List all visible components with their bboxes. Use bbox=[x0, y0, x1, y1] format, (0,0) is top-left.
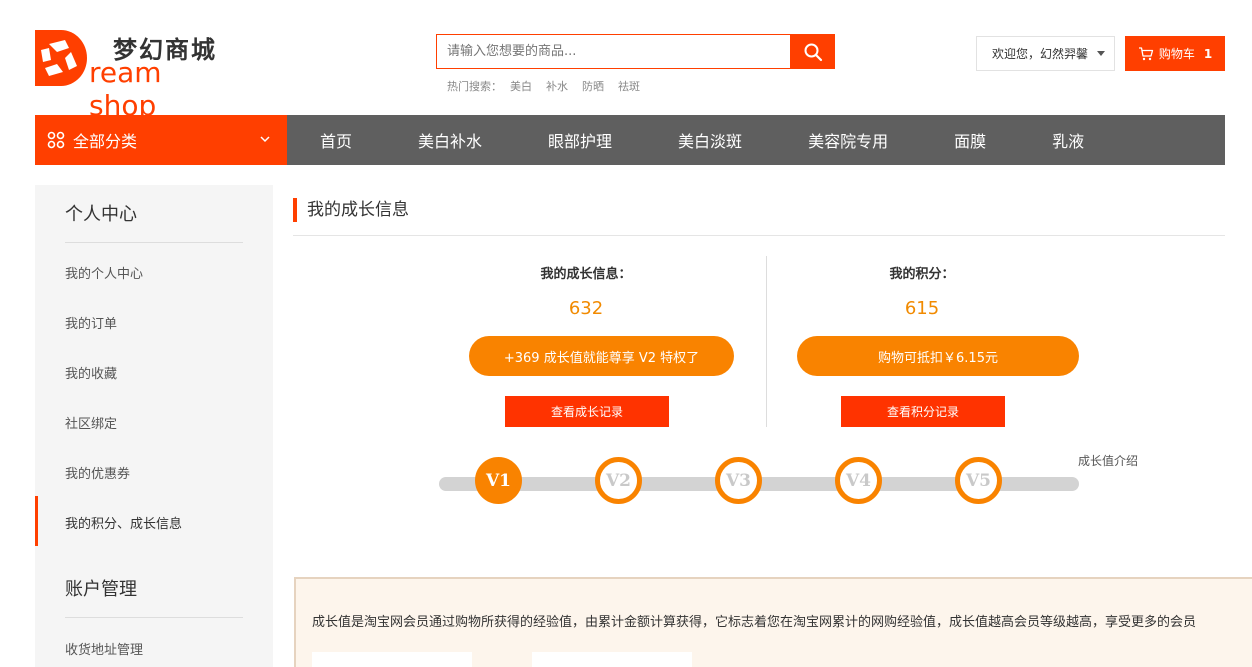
site-logo[interactable]: 梦幻商城 ream shop bbox=[35, 30, 235, 122]
sidebar-heading-account: 账户管理 bbox=[65, 575, 243, 618]
title-divider bbox=[293, 235, 1225, 236]
cart-button[interactable]: 购物车 1 bbox=[1125, 36, 1225, 71]
search-button[interactable] bbox=[790, 34, 835, 69]
nav-item-eye-care[interactable]: 眼部护理 bbox=[548, 128, 612, 152]
level-badge-v4: V4 bbox=[835, 457, 882, 504]
growth-info-text: 成长值是淘宝网会员通过购物所获得的经验值，由累计金额计算获得，它标志着您在淘宝网… bbox=[312, 615, 1197, 630]
sidebar-item-address[interactable]: 收货地址管理 bbox=[65, 639, 143, 658]
brand-name-en: ream shop bbox=[89, 56, 162, 122]
points-value: 615 bbox=[904, 298, 940, 319]
sidebar-item-community[interactable]: 社区绑定 bbox=[65, 413, 117, 432]
info-card bbox=[532, 652, 692, 667]
cart-icon bbox=[1138, 46, 1153, 60]
sidebar-item-personal-center[interactable]: 我的个人中心 bbox=[65, 263, 143, 282]
logo-mark-icon bbox=[35, 30, 87, 86]
view-points-record-button[interactable]: 查看积分记录 bbox=[841, 396, 1005, 427]
main-nav: 全部分类 首页 美白补水 眼部护理 美白淡斑 美容院专用 面膜 乳液 bbox=[35, 115, 1225, 165]
sidebar: 个人中心 我的个人中心 我的订单 我的收藏 社区绑定 我的优惠券 我的积分、成长… bbox=[35, 185, 273, 667]
page: 梦幻商城 ream shop 热门搜索： 美白 补水 防晒 祛斑 欢迎您，幻然羿… bbox=[0, 0, 1252, 667]
nav-item-masks[interactable]: 面膜 bbox=[954, 128, 986, 152]
hot-keyword[interactable]: 防晒 bbox=[582, 78, 604, 94]
cart-count: 1 bbox=[1203, 46, 1213, 61]
sidebar-item-coupons[interactable]: 我的优惠券 bbox=[65, 463, 130, 482]
nav-item-salon[interactable]: 美容院专用 bbox=[808, 128, 888, 152]
all-categories-button[interactable]: 全部分类 bbox=[35, 115, 287, 165]
growth-hint-pill: +369 成长值就能尊享 V2 特权了 bbox=[469, 336, 734, 376]
hot-keyword[interactable]: 祛斑 bbox=[618, 78, 640, 94]
hot-keyword[interactable]: 补水 bbox=[546, 78, 568, 94]
user-greeting: 欢迎您，幻然羿馨 bbox=[992, 47, 1089, 61]
nav-item-whitening-spots[interactable]: 美白淡斑 bbox=[678, 128, 742, 152]
level-badge-v2: V2 bbox=[595, 457, 642, 504]
page-title: 我的成长信息 bbox=[293, 198, 409, 222]
hot-search: 热门搜索： 美白 补水 防晒 祛斑 bbox=[447, 78, 640, 94]
column-divider bbox=[766, 256, 767, 427]
grid-icon bbox=[47, 131, 65, 149]
hot-keyword[interactable]: 美白 bbox=[510, 78, 532, 94]
points-label: 我的积分： bbox=[889, 267, 955, 282]
nav-items: 首页 美白补水 眼部护理 美白淡斑 美容院专用 面膜 乳液 bbox=[287, 115, 1084, 165]
growth-intro-link[interactable]: 成长值介绍 bbox=[1078, 452, 1138, 469]
points-hint-pill: 购物可抵扣￥6.15元 bbox=[797, 336, 1079, 376]
sidebar-item-favorites[interactable]: 我的收藏 bbox=[65, 363, 117, 382]
level-badge-v5: V5 bbox=[955, 457, 1002, 504]
search-bar bbox=[436, 34, 835, 69]
sidebar-item-orders[interactable]: 我的订单 bbox=[65, 313, 117, 332]
level-badge-v3: V3 bbox=[715, 457, 762, 504]
nav-item-home[interactable]: 首页 bbox=[320, 128, 352, 152]
sidebar-item-points-growth[interactable]: 我的积分、成长信息 bbox=[65, 513, 182, 532]
growth-label: 我的成长信息： bbox=[540, 267, 632, 282]
search-input[interactable] bbox=[437, 35, 790, 68]
user-menu[interactable]: 欢迎您，幻然羿馨 bbox=[976, 36, 1115, 71]
search-icon bbox=[804, 43, 822, 61]
hot-search-label: 热门搜索： bbox=[447, 80, 502, 93]
sidebar-heading-personal: 个人中心 bbox=[65, 200, 243, 243]
view-growth-record-button[interactable]: 查看成长记录 bbox=[505, 396, 669, 427]
caret-down-icon bbox=[1097, 51, 1106, 56]
cart-label: 购物车 bbox=[1158, 47, 1195, 61]
growth-info-box: 成长值是淘宝网会员通过购物所获得的经验值，由累计金额计算获得，它标志着您在淘宝网… bbox=[294, 577, 1252, 667]
chevron-down-icon bbox=[260, 136, 270, 143]
all-categories-label: 全部分类 bbox=[73, 132, 138, 151]
level-badge-v1: V1 bbox=[475, 457, 522, 504]
nav-item-lotion[interactable]: 乳液 bbox=[1052, 128, 1084, 152]
growth-value: 632 bbox=[568, 298, 604, 319]
nav-item-whitening-hydrating[interactable]: 美白补水 bbox=[418, 128, 482, 152]
info-card bbox=[312, 652, 472, 667]
active-indicator bbox=[35, 496, 38, 546]
